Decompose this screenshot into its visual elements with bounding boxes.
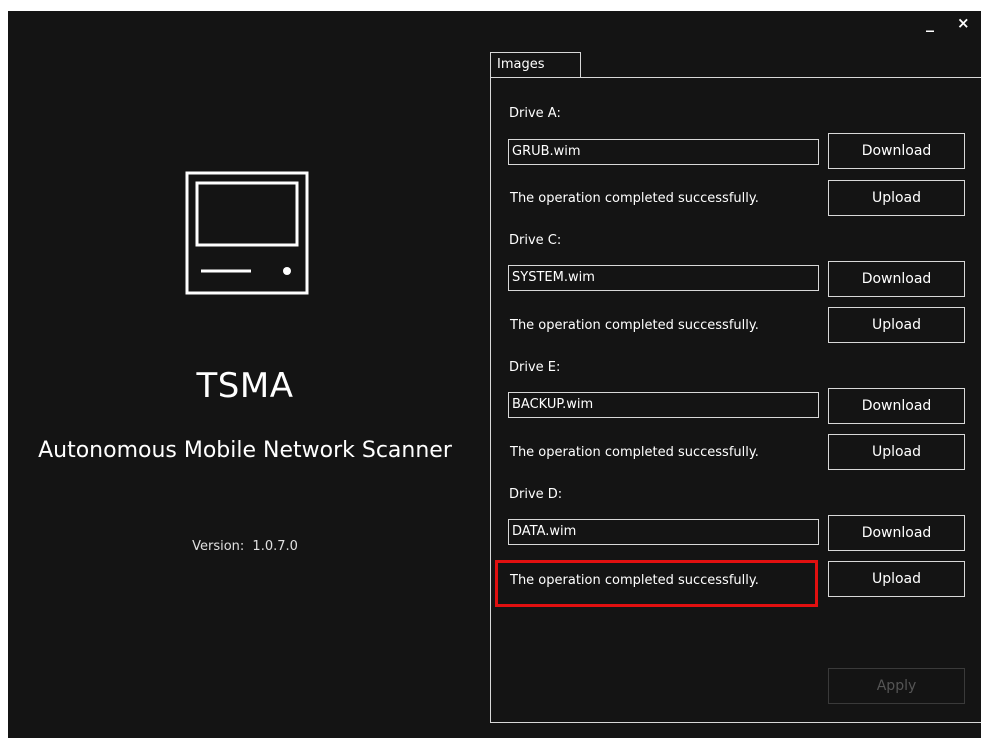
- version-info: Version: 1.0.7.0: [8, 539, 482, 554]
- app-title: TSMA: [196, 366, 294, 406]
- drive-d-label: Drive D:: [509, 487, 563, 502]
- drive-a-upload-button[interactable]: Upload: [828, 180, 965, 216]
- close-button[interactable]: ×: [957, 13, 970, 33]
- drive-c-download-button[interactable]: Download: [828, 261, 965, 297]
- version-value: 1.0.7.0: [252, 539, 298, 554]
- drive-e-download-button[interactable]: Download: [828, 388, 965, 424]
- monitor-icon: [185, 171, 309, 295]
- drive-e-file-field[interactable]: BACKUP.wim: [508, 392, 819, 418]
- drive-a-file-field[interactable]: GRUB.wim: [508, 139, 819, 165]
- drive-c-status: The operation completed successfully.: [510, 318, 759, 333]
- drive-e-upload-button[interactable]: Upload: [828, 434, 965, 470]
- drive-d-file-field[interactable]: DATA.wim: [508, 519, 819, 545]
- drive-c-upload-button[interactable]: Upload: [828, 307, 965, 343]
- version-label: Version:: [192, 539, 245, 554]
- drive-e-status: The operation completed successfully.: [510, 445, 759, 460]
- drive-c-file-field[interactable]: SYSTEM.wim: [508, 265, 819, 291]
- drive-c-label: Drive C:: [509, 233, 562, 248]
- apply-button[interactable]: Apply: [828, 668, 965, 704]
- app-subtitle: Autonomous Mobile Network Scanner: [38, 438, 452, 463]
- app-window: _ × TSMA Autonomous Mobile Network Scann…: [8, 11, 981, 738]
- tab-images[interactable]: Images: [490, 52, 581, 77]
- drive-d-download-button[interactable]: Download: [828, 515, 965, 551]
- drive-a-label: Drive A:: [509, 106, 561, 121]
- drive-a-download-button[interactable]: Download: [828, 133, 965, 169]
- drive-e-label: Drive E:: [509, 360, 561, 375]
- minimize-button[interactable]: _: [926, 13, 934, 33]
- drive-d-upload-button[interactable]: Upload: [828, 561, 965, 597]
- status-highlight-box: [495, 560, 818, 607]
- drive-a-status: The operation completed successfully.: [510, 191, 759, 206]
